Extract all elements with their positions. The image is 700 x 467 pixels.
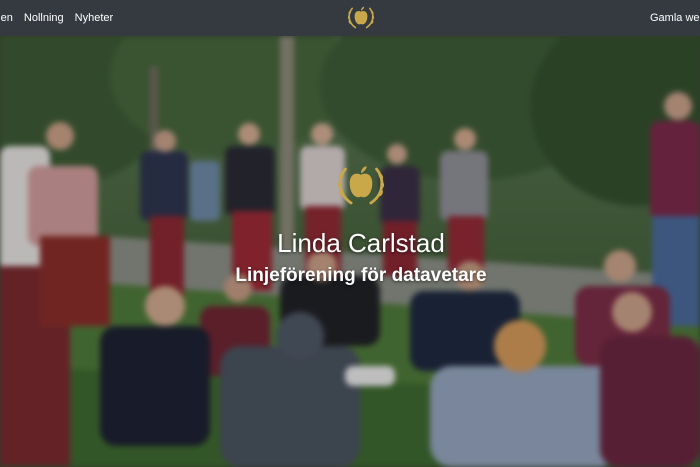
laurel-apple-logo-icon	[337, 166, 385, 205]
nav-link-nyheter[interactable]: Nyheter	[75, 12, 114, 24]
nav-link-nollning[interactable]: Nollning	[24, 12, 64, 24]
nav-links: ingen Nollning Nyheter	[0, 0, 124, 36]
nav-link-ingen[interactable]: ingen	[0, 12, 13, 24]
hero-section: Linda Carlstad Linjeförening för datavet…	[0, 36, 700, 467]
hero-subtitle: Linjeförening för datavetare	[235, 264, 487, 286]
top-navbar: ingen Nollning Nyheter Gamla webb	[0, 0, 700, 36]
laurel-apple-logo-icon[interactable]	[345, 4, 377, 32]
hero-title: Linda Carlstad	[277, 228, 445, 259]
nav-link-gamla-webben[interactable]: Gamla webb	[650, 0, 700, 36]
